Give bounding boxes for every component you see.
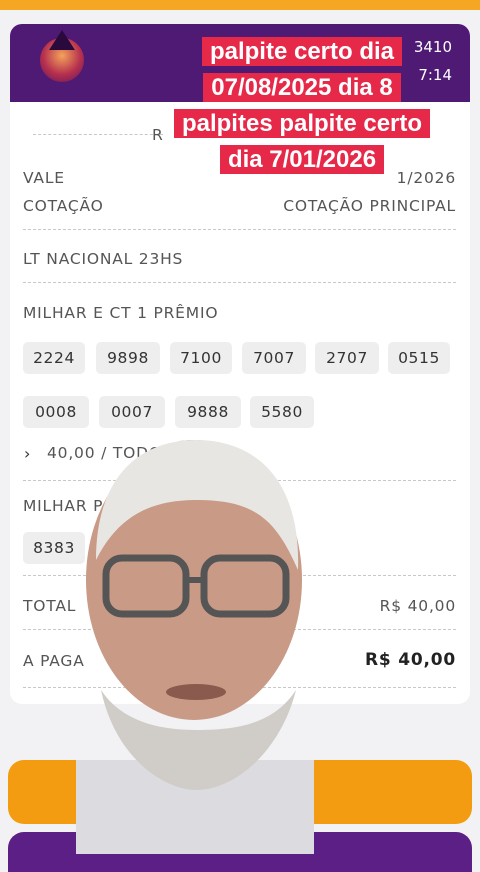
- presenter-video-overlay: [76, 440, 314, 854]
- to-pay-value: R$ 40,00: [364, 650, 456, 670]
- cotacao-value: COTAÇÃO PRINCIPAL: [283, 197, 456, 215]
- bet-number-chip: 0008: [23, 396, 89, 428]
- divider: [23, 229, 456, 230]
- top-accent-strip: [0, 0, 480, 10]
- divider: [23, 282, 456, 283]
- lottery-name: LT NACIONAL 23HS: [23, 250, 184, 268]
- bet-number-chip: 0007: [99, 396, 165, 428]
- witch-logo-icon: [40, 30, 84, 82]
- bet-number-chip: 2224: [23, 342, 85, 374]
- cotacao-label: COTAÇÃO: [23, 197, 104, 215]
- bet-number-chip: 7007: [242, 342, 306, 374]
- bet-number-chip: 9888: [175, 396, 241, 428]
- section-title-milhar-ct: MILHAR E CT 1 PRÊMIO: [23, 304, 219, 322]
- bet-number-chip: 9898: [96, 342, 160, 374]
- bet-number-chip: 2707: [315, 342, 379, 374]
- total-label: TOTAL: [23, 597, 77, 615]
- video-caption-overlay: palpite certo dia 07/08/2025 dia 8 palpi…: [170, 34, 434, 178]
- vale-label: VALE: [23, 169, 65, 187]
- caption-text: palpite certo dia 07/08/2025 dia 8 palpi…: [173, 37, 431, 174]
- bet-number-chip: 7100: [170, 342, 232, 374]
- total-value: R$ 40,00: [379, 597, 456, 615]
- bet-number-chip: 0515: [388, 342, 450, 374]
- chevron-right-icon[interactable]: ›: [24, 444, 30, 463]
- receipt-title-fragment: R: [152, 126, 164, 144]
- bet-number-chip: 5580: [250, 396, 314, 428]
- divider: [33, 134, 163, 135]
